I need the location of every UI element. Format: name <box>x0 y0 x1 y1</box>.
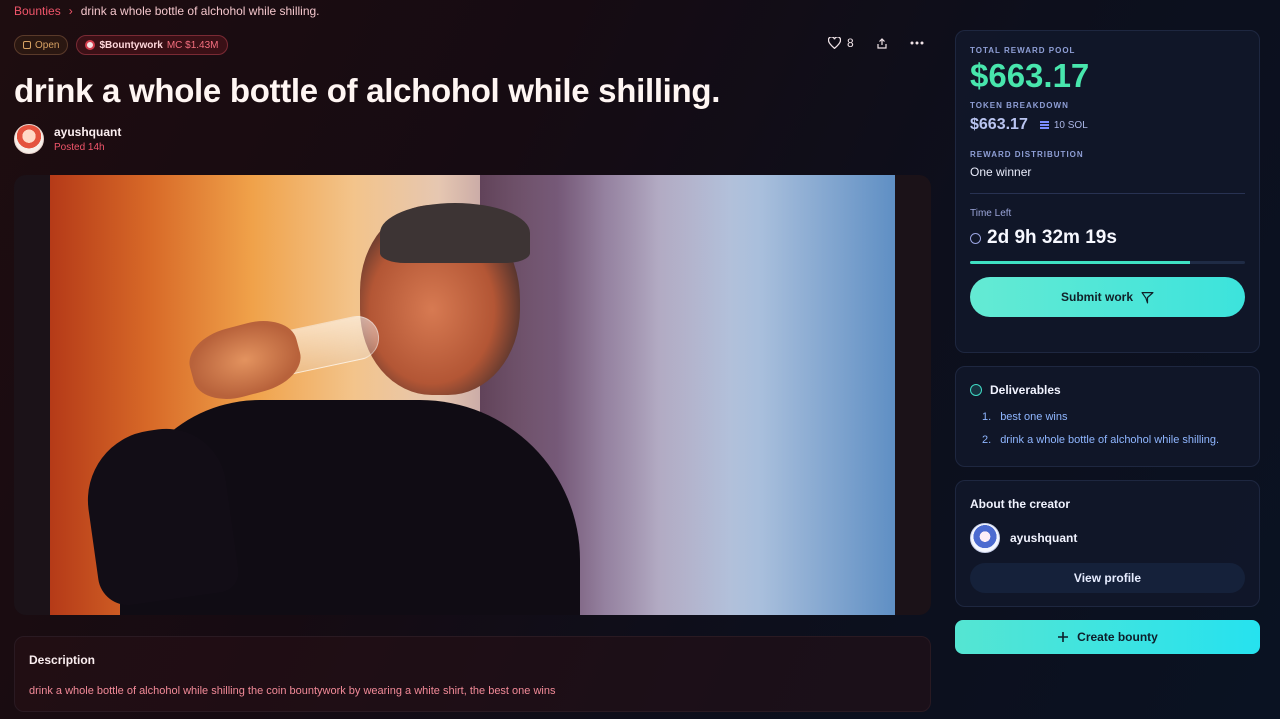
share-button[interactable] <box>876 37 888 50</box>
token-breakdown-value: $663.17 <box>970 116 1028 133</box>
list-item: 1. best one wins <box>982 411 1245 423</box>
more-button[interactable] <box>910 41 924 45</box>
meta-row: Open $Bountywork MC $1.43M <box>14 35 228 55</box>
solana-icon <box>1039 121 1049 129</box>
chevron-right-icon: › <box>68 4 73 18</box>
heart-icon <box>828 37 841 49</box>
token-badge[interactable]: $Bountywork MC $1.43M <box>76 35 228 55</box>
posted-time: Posted 14h <box>54 142 105 153</box>
creator-name[interactable]: ayushquant <box>1010 531 1077 545</box>
list-item-text: best one wins <box>1000 411 1068 423</box>
token-logo-icon <box>85 40 96 50</box>
time-progress-bar <box>970 261 1245 264</box>
description-card: Description drink a whole bottle of alch… <box>14 636 931 712</box>
reward-pool-value: $663.17 <box>970 57 1090 94</box>
creator-heading: About the creator <box>970 497 1071 511</box>
like-button[interactable]: 8 <box>828 36 854 50</box>
distribution-value: One winner <box>970 165 1032 179</box>
deliverables-header: Deliverables <box>970 383 1245 397</box>
list-item: 2. drink a whole bottle of alchohol whil… <box>982 434 1245 446</box>
list-item-text: drink a whole bottle of alchohol while s… <box>1000 434 1220 446</box>
author-block[interactable]: ayushquant Posted 14h <box>14 124 121 154</box>
token-name: $Bountywork <box>99 39 163 51</box>
lock-icon <box>23 41 31 49</box>
token-breakdown: $663.17 10 SOL <box>970 116 1245 134</box>
countdown-value: 2d 9h 32m 19s <box>987 227 1117 248</box>
share-icon <box>877 37 887 49</box>
check-circle-icon <box>970 384 982 396</box>
plus-icon <box>1058 632 1069 642</box>
divider <box>970 193 1245 194</box>
description-heading: Description <box>29 653 96 667</box>
submit-work-label: Submit work <box>1060 290 1133 304</box>
deliverables-card: Deliverables 1. best one wins 2. drink a… <box>955 366 1260 467</box>
page-title: drink a whole bottle of alchohol while s… <box>14 72 721 109</box>
bounty-actions: 8 <box>828 36 924 50</box>
clock-icon <box>970 232 981 244</box>
status-badge: Open <box>14 35 69 55</box>
reward-pool-card: TOTAL REWARD POOL $663.17 TOKEN BREAKDOW… <box>955 30 1260 353</box>
submit-work-button[interactable]: Submit work <box>970 277 1245 317</box>
bounty-image <box>14 175 931 615</box>
token-breakdown-label: TOKEN BREAKDOWN <box>970 101 1069 110</box>
create-bounty-label: Create bounty <box>1077 630 1158 644</box>
time-left-label: Time Left <box>970 208 1012 219</box>
description-text: drink a whole bottle of alchohol while s… <box>29 685 556 697</box>
like-count: 8 <box>847 36 854 50</box>
deliverables-heading: Deliverables <box>990 383 1061 397</box>
deliverables-list: 1. best one wins 2. drink a whole bottle… <box>970 411 1245 446</box>
send-icon <box>1141 291 1154 304</box>
creator-row[interactable]: ayushquant <box>970 523 1245 553</box>
bounty-photo <box>50 175 895 615</box>
breadcrumb-current: drink a whole bottle of alchohol while s… <box>80 4 320 18</box>
avatar[interactable] <box>970 523 1000 553</box>
sol-amount: 10 SOL <box>1039 119 1088 131</box>
breadcrumb: Bounties › drink a whole bottle of alcho… <box>14 4 320 18</box>
distribution-label: REWARD DISTRIBUTION <box>970 150 1084 159</box>
breadcrumb-bounties-link[interactable]: Bounties <box>14 4 61 18</box>
create-bounty-button[interactable]: Create bounty <box>955 620 1260 654</box>
status-label: Open <box>35 39 60 51</box>
creator-card: About the creator ayushquant View profil… <box>955 480 1260 607</box>
market-cap: MC $1.43M <box>166 39 219 51</box>
reward-pool-label: TOTAL REWARD POOL <box>970 46 1076 55</box>
more-icon <box>910 41 924 45</box>
author-name[interactable]: ayushquant <box>54 125 121 139</box>
avatar[interactable] <box>14 124 44 154</box>
sol-amount-text: 10 SOL <box>1053 119 1088 131</box>
time-progress-fill <box>970 261 1190 264</box>
view-profile-button[interactable]: View profile <box>970 563 1245 593</box>
countdown: 2d 9h 32m 19s <box>970 227 1245 249</box>
list-item-number: 1. <box>982 411 992 423</box>
list-item-number: 2. <box>982 434 992 446</box>
